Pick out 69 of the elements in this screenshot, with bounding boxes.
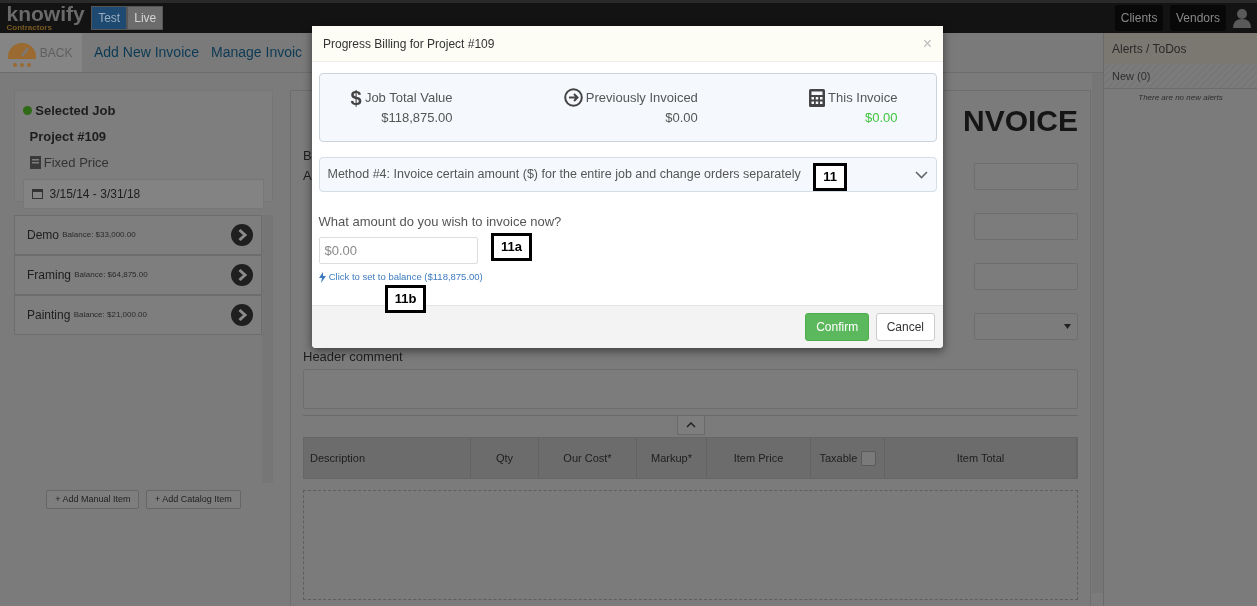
logo[interactable]: knowify <box>6 4 85 24</box>
lightning-icon <box>318 271 326 283</box>
project-name: Project #109 <box>29 128 108 146</box>
confirm-button[interactable]: Confirm <box>805 313 870 342</box>
stat-label: Previously Invoiced <box>585 89 698 107</box>
column-header: Qty <box>495 451 514 466</box>
phase-name: Painting <box>27 307 71 324</box>
phase-balance: Balance: $21,000.00 <box>73 309 148 321</box>
callout-label: 11 <box>813 163 847 191</box>
add-item-button[interactable]: + Add Catalog Item <box>146 489 241 509</box>
add-item-button[interactable]: + Add Manual Item <box>46 489 140 509</box>
modal-title: Progress Billing for Project #109 <box>323 35 495 53</box>
stat-label: Job Total Value <box>364 89 453 107</box>
date-range: 3/15/14 - 3/31/18 <box>49 185 141 203</box>
amount-field[interactable]: $0.00 <box>318 236 478 264</box>
user-icon[interactable] <box>1232 8 1251 28</box>
phase-balance: Balance: $64,875.00 <box>74 269 148 281</box>
callout-label: 11a <box>491 233 532 261</box>
dollar-icon: $ <box>350 88 362 107</box>
caret-down-icon <box>1063 324 1071 329</box>
chevron-up-icon <box>685 422 696 429</box>
column-header: Item Price <box>733 451 784 466</box>
phase-balance: Balance: $33,000.00 <box>62 229 136 241</box>
callout-label: 11b <box>385 285 426 313</box>
chevron-circle-icon[interactable] <box>231 304 253 326</box>
document-icon <box>29 156 41 170</box>
job-heading: Selected Job <box>35 102 116 120</box>
panel-title: Alerts / ToDos <box>1112 40 1187 58</box>
nav-button[interactable]: Clients <box>1114 5 1164 31</box>
form-label: B <box>303 147 312 165</box>
arrow-circle-icon <box>563 88 583 108</box>
environment-toggle[interactable]: Test <box>91 6 128 30</box>
form-label: A <box>303 166 312 185</box>
chevron-circle-icon[interactable] <box>231 224 253 246</box>
header-comment-label: Header comment <box>303 347 404 366</box>
calendar-icon <box>32 188 43 199</box>
chevron-circle-icon[interactable] <box>231 264 253 286</box>
nav-link[interactable]: Manage Invoic <box>211 42 303 63</box>
phase-name: Demo <box>27 227 59 244</box>
stat-value: $0.00 <box>664 108 698 127</box>
collapse-button[interactable] <box>676 416 705 436</box>
alerts-tab[interactable]: New (0) <box>1104 64 1257 89</box>
column-header: Taxable <box>819 451 858 466</box>
select-field[interactable] <box>974 313 1078 340</box>
cancel-button[interactable]: Cancel <box>875 313 935 342</box>
empty-message: There are no new alerts <box>1137 92 1224 105</box>
status-dot <box>23 106 32 116</box>
phase-name: Framing <box>27 267 71 284</box>
stat-value: $0.00 <box>863 108 898 127</box>
column-header: Markup* <box>651 451 692 466</box>
phase-item[interactable]: Demo Balance: $33,000.00 <box>14 215 262 255</box>
column-header: Our Cost* <box>563 451 612 466</box>
nav-button[interactable]: Vendors <box>1169 5 1226 31</box>
column-header: Description <box>310 451 366 466</box>
invoice-title: NVOICE <box>962 106 1078 136</box>
checkbox[interactable] <box>860 450 876 466</box>
question-label: What amount do you wish to invoice now? <box>318 213 563 231</box>
phase-item[interactable]: Painting Balance: $21,000.00 <box>14 295 262 335</box>
column-header: Item Total <box>956 451 1005 466</box>
stat-label: This Invoice <box>828 89 898 107</box>
chevron-down-icon <box>914 170 928 179</box>
nav-link[interactable]: Add New Invoice <box>94 42 200 63</box>
phase-item[interactable]: Framing Balance: $64,875.00 <box>14 255 262 295</box>
stat-value: $118,875.00 <box>380 108 453 127</box>
balance-link[interactable]: Click to set to balance ($118,875.00) <box>318 270 483 285</box>
pricing-type: Fixed Price <box>43 154 109 172</box>
calculator-icon <box>808 88 825 107</box>
environment-toggle[interactable]: Live <box>127 6 164 30</box>
logo-subtitle: Contractors <box>6 24 52 32</box>
